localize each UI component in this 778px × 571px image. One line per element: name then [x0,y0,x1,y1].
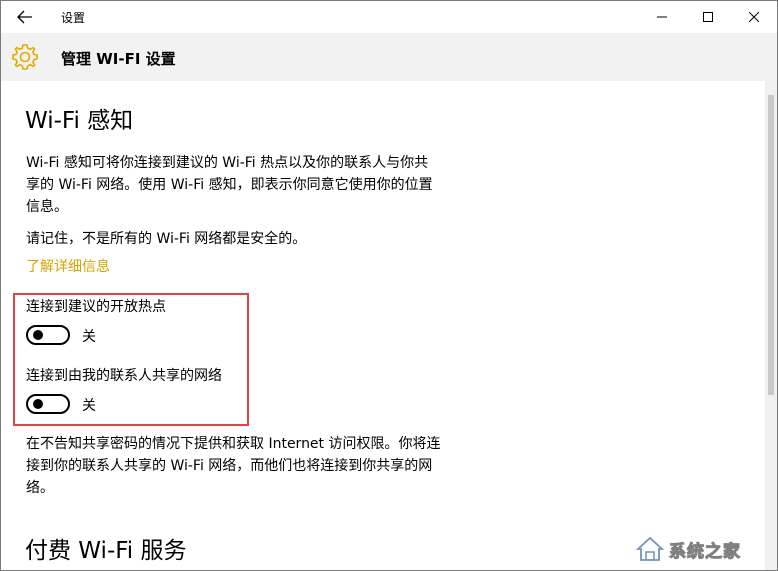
description-line: 享的 Wi-Fi 网络。使用 Wi-Fi 感知，即表示你同意它使用你的位置 [26,177,433,193]
sharing-line: 接到你的联系人共享的 Wi-Fi 网络，而他们也将连接到你共享的网 [26,458,433,474]
toggle-knob [33,399,43,409]
maximize-button[interactable] [685,1,731,33]
settings-content: Wi-Fi 感知 Wi-Fi 感知可将你连接到建议的 Wi-Fi 热点以及你的联… [1,81,765,570]
minimize-icon [657,16,667,18]
close-button[interactable] [731,1,777,33]
wifi-sense-description: Wi-Fi 感知可将你连接到建议的 Wi-Fi 热点以及你的联系人与你共 享的 … [26,152,476,218]
back-button[interactable] [7,3,43,31]
wifi-sense-heading: Wi-Fi 感知 [25,108,134,134]
minimize-button[interactable] [639,1,685,33]
toggle-label-open-hotspots: 连接到建议的开放热点 [26,299,166,315]
page-header: 管理 WI-FI 设置 [1,33,777,81]
toggle-state-contacts-networks: 关 [82,398,96,414]
page-title: 管理 WI-FI 设置 [61,50,176,68]
toggle-open-hotspots[interactable] [26,325,70,345]
description-line: 信息。 [26,199,68,215]
gear-icon [12,44,38,70]
title-bar: 设置 [1,1,777,33]
vertical-scrollbar[interactable] [765,81,777,570]
maximize-icon [703,12,713,22]
sharing-line: 在不告知共享密码的情况下提供和获取 Internet 访问权限。你将连 [26,436,441,452]
paid-wifi-heading: 付费 Wi-Fi 服务 [25,538,187,564]
learn-more-link[interactable]: 了解详细信息 [26,256,110,276]
house-logo-icon [635,536,665,561]
toggle-label-contacts-networks: 连接到由我的联系人共享的网络 [26,368,222,384]
toggle-state-open-hotspots: 关 [82,329,96,345]
security-warning: 请记住，不是所有的 Wi-Fi 网络都是安全的。 [26,231,307,247]
description-line: Wi-Fi 感知可将你连接到建议的 Wi-Fi 热点以及你的联系人与你共 [26,155,429,171]
window-title: 设置 [61,11,86,25]
scrollbar-thumb[interactable] [768,95,774,395]
watermark: 系统之家 [635,531,771,567]
back-arrow-icon [17,10,32,24]
watermark-text: 系统之家 [669,541,741,562]
close-icon [749,12,759,22]
sharing-line: 络。 [26,480,54,496]
sharing-description: 在不告知共享密码的情况下提供和获取 Internet 访问权限。你将连 接到你的… [26,433,486,499]
settings-window: 设置 管理 WI-FI 设置 Wi-Fi 感知 Wi-Fi 感知可将你连接到建议… [0,0,778,571]
toggle-contacts-networks[interactable] [26,394,70,414]
toggle-knob [33,330,43,340]
